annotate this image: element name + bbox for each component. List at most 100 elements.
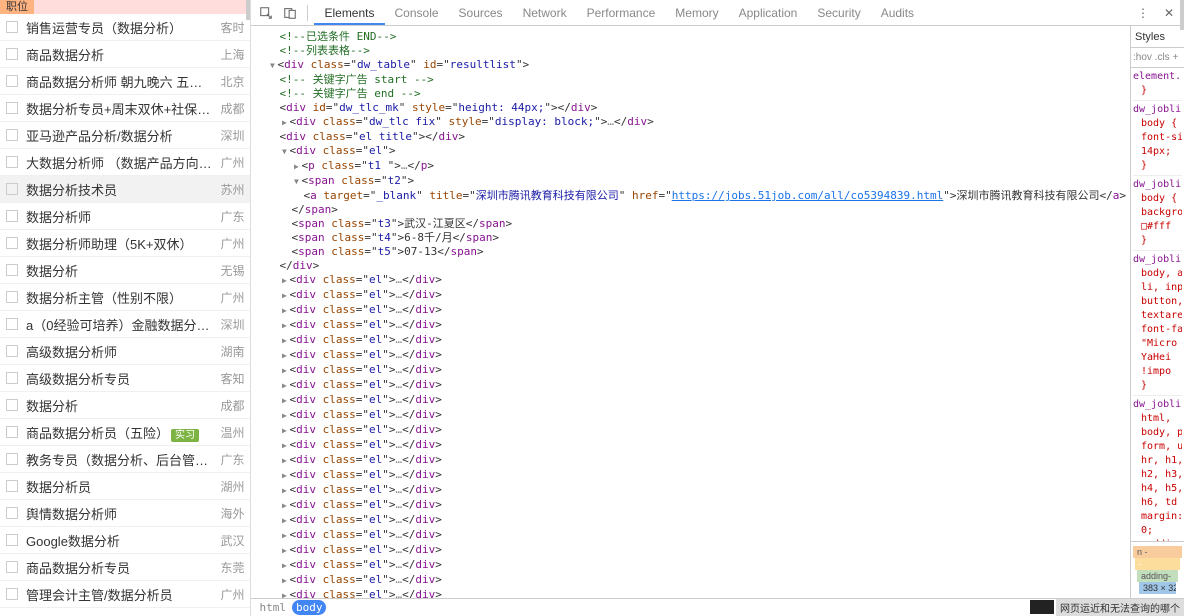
dom-node[interactable]: <div class="el">…</div> — [251, 528, 1130, 543]
dom-node[interactable]: <div class="dw_table" id="resultlist"> — [251, 58, 1130, 73]
checkbox[interactable] — [6, 318, 18, 330]
css-rule[interactable]: element.style {} — [1133, 70, 1182, 101]
job-row[interactable]: 商品数据分析上海 — [0, 41, 250, 68]
checkbox[interactable] — [6, 426, 18, 438]
css-rule[interactable]: dw_joblist…body { font-size: 14px;} — [1133, 103, 1182, 176]
job-row[interactable]: 亚马逊产品分析/数据分析深圳 — [0, 122, 250, 149]
job-row[interactable]: 高级数据分析师湖南 — [0, 338, 250, 365]
dom-node[interactable]: <div class="el">…</div> — [251, 378, 1130, 393]
dom-node[interactable]: <div class="el">…</div> — [251, 318, 1130, 333]
job-row[interactable]: 商品数据分析专员东莞 — [0, 554, 250, 581]
checkbox[interactable] — [6, 291, 18, 303]
more-icon[interactable]: ⋮ — [1132, 2, 1154, 24]
checkbox[interactable] — [6, 399, 18, 411]
checkbox[interactable] — [6, 345, 18, 357]
job-row[interactable]: 管理会计主管/数据分析员广州 — [0, 581, 250, 608]
job-row[interactable]: 大数据分析师 （数据产品方向 ）广州 — [0, 149, 250, 176]
job-row[interactable]: a（0经验可培养）金融数据分析师/助理深圳 — [0, 311, 250, 338]
job-row[interactable]: 教务专员（数据分析、后台管理方向）广东 — [0, 446, 250, 473]
job-row[interactable]: Google数据分析武汉 — [0, 527, 250, 554]
devtools-tab-memory[interactable]: Memory — [665, 0, 728, 25]
dom-node[interactable]: </span> — [251, 203, 1130, 217]
dom-node[interactable]: <div id="dw_tlc_mk" style="height: 44px;… — [251, 101, 1130, 115]
dom-node[interactable]: <span class="t4">6-8千/月</span> — [251, 231, 1130, 245]
dom-node[interactable]: <span class="t3">武汉-江夏区</span> — [251, 217, 1130, 231]
devtools-tab-elements[interactable]: Elements — [314, 0, 384, 25]
checkbox[interactable] — [6, 534, 18, 546]
devtools-tab-application[interactable]: Application — [729, 0, 808, 25]
checkbox[interactable] — [6, 75, 18, 87]
devtools-tab-sources[interactable]: Sources — [449, 0, 513, 25]
dom-node[interactable]: </div> — [251, 259, 1130, 273]
dom-node[interactable]: <div class="el">…</div> — [251, 288, 1130, 303]
styles-rules[interactable]: element.style {}dw_joblist…body { font-s… — [1131, 68, 1184, 541]
checkbox[interactable] — [6, 21, 18, 33]
job-row[interactable]: 数据分析主管（性别不限）广州 — [0, 284, 250, 311]
checkbox[interactable] — [6, 129, 18, 141]
job-row[interactable]: 舆情数据分析师海外 — [0, 500, 250, 527]
dom-node[interactable]: <div class="el title"></div> — [251, 130, 1130, 144]
job-row[interactable]: 商品数据分析员（五险）实习温州 — [0, 419, 250, 446]
checkbox[interactable] — [6, 48, 18, 60]
tab-position[interactable]: 职位 — [0, 0, 34, 14]
dom-node[interactable]: <div class="el">…</div> — [251, 573, 1130, 588]
job-row[interactable]: 数据分析员湖州 — [0, 473, 250, 500]
dom-node[interactable]: <div class="el">…</div> — [251, 303, 1130, 318]
dom-node[interactable]: <!--已选条件 END--> — [251, 30, 1130, 44]
dom-node[interactable]: <span class="t5">07-13</span> — [251, 245, 1130, 259]
checkbox[interactable] — [6, 588, 18, 600]
dom-node[interactable]: <p class="t1 ">…</p> — [251, 159, 1130, 174]
styles-tab[interactable]: Styles — [1131, 26, 1184, 48]
dom-node[interactable]: <div class="el">…</div> — [251, 438, 1130, 453]
close-icon[interactable]: ✕ — [1158, 2, 1180, 24]
dom-node[interactable]: <div class="el">…</div> — [251, 408, 1130, 423]
dom-node[interactable]: <div class="el">…</div> — [251, 348, 1130, 363]
dom-node[interactable]: <div class="el">…</div> — [251, 558, 1130, 573]
job-row[interactable]: 数据分析师广东 — [0, 203, 250, 230]
dom-node[interactable]: <div class="el">…</div> — [251, 513, 1130, 528]
checkbox[interactable] — [6, 561, 18, 573]
devtools-tab-audits[interactable]: Audits — [871, 0, 924, 25]
device-toggle-icon[interactable] — [279, 2, 301, 24]
breadcrumb-body[interactable]: body — [292, 600, 327, 615]
job-row[interactable]: 商品数据分析师 朝九晚六 五险一金 双...北京 — [0, 68, 250, 95]
styles-filter[interactable]: :hov .cls + — [1131, 48, 1184, 68]
job-row[interactable]: 数据分析师助理（5K+双休）广州 — [0, 230, 250, 257]
css-rule[interactable]: dw_joblist…html,body, p,form, ul,hr, h1,… — [1133, 398, 1182, 541]
checkbox[interactable] — [6, 507, 18, 519]
scrollbar-thumb[interactable] — [246, 0, 250, 20]
dom-node[interactable]: <div class="el">…</div> — [251, 588, 1130, 598]
job-row[interactable]: 数据分析技术员苏州 — [0, 176, 250, 203]
job-row[interactable]: 数据分析成都 — [0, 392, 250, 419]
dom-node[interactable]: <div class="el">…</div> — [251, 273, 1130, 288]
devtools-tab-performance[interactable]: Performance — [577, 0, 666, 25]
devtools-tab-network[interactable]: Network — [513, 0, 577, 25]
dom-node[interactable]: <div class="el">…</div> — [251, 393, 1130, 408]
dom-node[interactable]: <div class="el">…</div> — [251, 468, 1130, 483]
dom-node[interactable]: <span class="t2"> — [251, 174, 1130, 189]
checkbox[interactable] — [6, 372, 18, 384]
css-rule[interactable]: dw_joblist…body, a,li, input,button,text… — [1133, 253, 1182, 396]
checkbox[interactable] — [6, 237, 18, 249]
checkbox[interactable] — [6, 102, 18, 114]
dom-node[interactable]: <div class="el">…</div> — [251, 363, 1130, 378]
dom-node[interactable]: <div class="el">…</div> — [251, 423, 1130, 438]
job-row[interactable]: 高级数据分析专员客知 — [0, 365, 250, 392]
dom-node[interactable]: <!--列表表格--> — [251, 44, 1130, 58]
job-row[interactable]: 销售运营专员（数据分析）客时 — [0, 14, 250, 41]
checkbox[interactable] — [6, 210, 18, 222]
dom-node[interactable]: <div class="el">…</div> — [251, 543, 1130, 558]
dom-node[interactable]: <div class="el">…</div> — [251, 483, 1130, 498]
checkbox[interactable] — [6, 453, 18, 465]
job-row[interactable]: 数据分析专员+周末双休+社保+底.实习成都 — [0, 95, 250, 122]
dom-node[interactable]: <div class="el">…</div> — [251, 453, 1130, 468]
checkbox[interactable] — [6, 264, 18, 276]
checkbox[interactable] — [6, 480, 18, 492]
devtools-tab-console[interactable]: Console — [385, 0, 449, 25]
checkbox[interactable] — [6, 183, 18, 195]
elements-tree[interactable]: <!--已选条件 END--><!--列表表格--><div class="dw… — [251, 26, 1130, 598]
breadcrumb-html[interactable]: html — [255, 600, 290, 615]
dom-node[interactable]: <!-- 关键字广告 start --> — [251, 73, 1130, 87]
dom-node[interactable]: <div class="el">…</div> — [251, 498, 1130, 513]
dom-node[interactable]: <div class="dw_tlc fix" style="display: … — [251, 115, 1130, 130]
